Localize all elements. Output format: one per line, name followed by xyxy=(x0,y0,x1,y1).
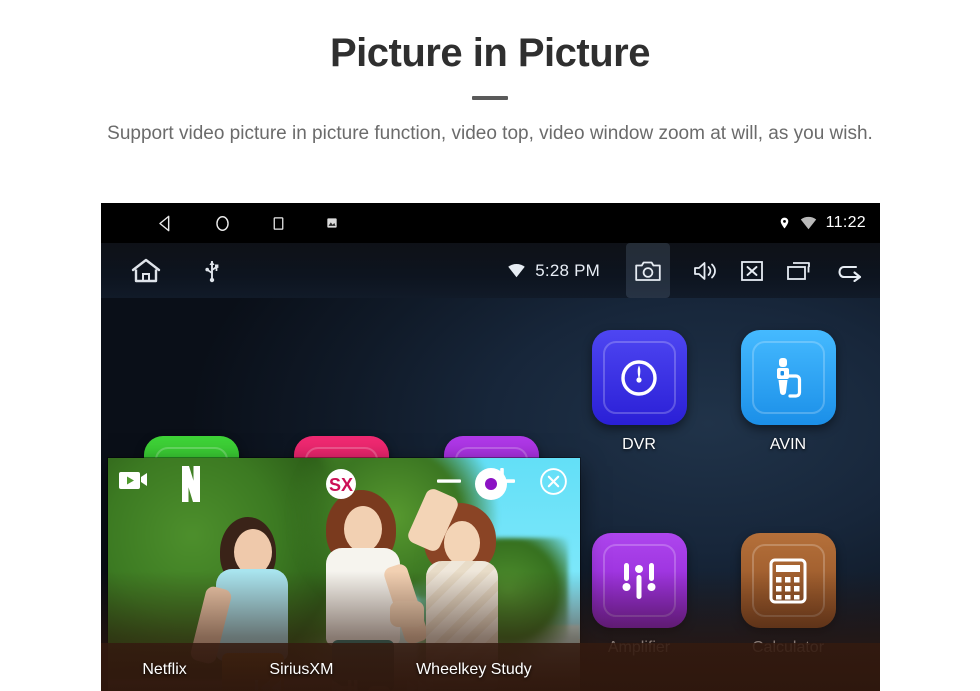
app-tile-avin[interactable]: AVIN xyxy=(728,330,848,454)
toolbar-clock-group: 5:28 PM xyxy=(507,261,600,281)
status-bar-nav xyxy=(156,214,339,233)
app-tile-calculator[interactable]: Calculator xyxy=(728,533,848,657)
gallery-icon[interactable] xyxy=(325,216,339,230)
app-label: AVIN xyxy=(769,436,807,453)
launcher-toolbar: 5:28 PM xyxy=(101,243,880,298)
title-divider xyxy=(472,96,508,100)
hero-section: Picture in Picture Support video picture… xyxy=(0,0,980,149)
calculator-icon xyxy=(740,533,836,628)
page-title: Picture in Picture xyxy=(330,31,650,75)
status-bar-time: 11:22 xyxy=(825,214,866,231)
home-icon[interactable] xyxy=(213,214,232,233)
back-arrow-icon[interactable] xyxy=(834,260,864,282)
dock-label-netflix: Netflix xyxy=(142,661,187,678)
dock-labels: Netflix SiriusXM Wheelkey Study xyxy=(101,661,573,679)
recents-icon[interactable] xyxy=(270,215,287,232)
amplifier-sliders-icon xyxy=(591,533,687,628)
pip-zoom-out-button[interactable] xyxy=(433,465,465,497)
launcher-desktop: Netflix SX SiriusXM xyxy=(101,298,880,691)
wifi-icon xyxy=(507,263,526,278)
svg-text:SX: SX xyxy=(329,475,353,495)
multi-window-icon[interactable] xyxy=(786,260,812,282)
toolbar-left-group xyxy=(131,257,219,284)
video-capture-icon[interactable] xyxy=(118,468,148,491)
dock-label-strip: Netflix SiriusXM Wheelkey Study xyxy=(101,643,880,691)
dock-label-wheelkey: Wheelkey Study xyxy=(416,661,532,678)
camera-icon[interactable] xyxy=(626,243,670,298)
volume-icon[interactable] xyxy=(692,260,718,282)
home-icon[interactable] xyxy=(131,257,161,284)
close-circle-icon[interactable] xyxy=(539,467,568,496)
usb-icon[interactable] xyxy=(205,259,219,283)
back-icon[interactable] xyxy=(156,214,175,233)
location-pin-icon xyxy=(778,215,791,231)
avin-plug-icon xyxy=(740,330,836,425)
page-root: Picture in Picture Support video picture… xyxy=(0,0,980,691)
toolbar-right-group: 5:28 PM xyxy=(507,243,864,298)
dvr-gauge-icon xyxy=(591,330,687,425)
device-screen: 11:22 5:28 PM SX DVR AVIN Netflix Sirius… xyxy=(101,203,880,691)
android-status-bar: 11:22 xyxy=(101,203,880,243)
app-tile-amplifier[interactable]: Amplifier xyxy=(579,533,699,657)
status-bar-indicators: 11:22 xyxy=(778,203,866,243)
toolbar-time: 5:28 PM xyxy=(535,260,600,280)
dock-label-siriusxm: SiriusXM xyxy=(269,661,334,678)
app-label: DVR xyxy=(622,436,656,453)
wifi-icon xyxy=(800,216,817,230)
app-tile-dvr[interactable]: DVR xyxy=(579,330,699,454)
page-subtitle: Support video picture in picture functio… xyxy=(107,123,873,144)
close-box-icon[interactable] xyxy=(740,260,764,282)
